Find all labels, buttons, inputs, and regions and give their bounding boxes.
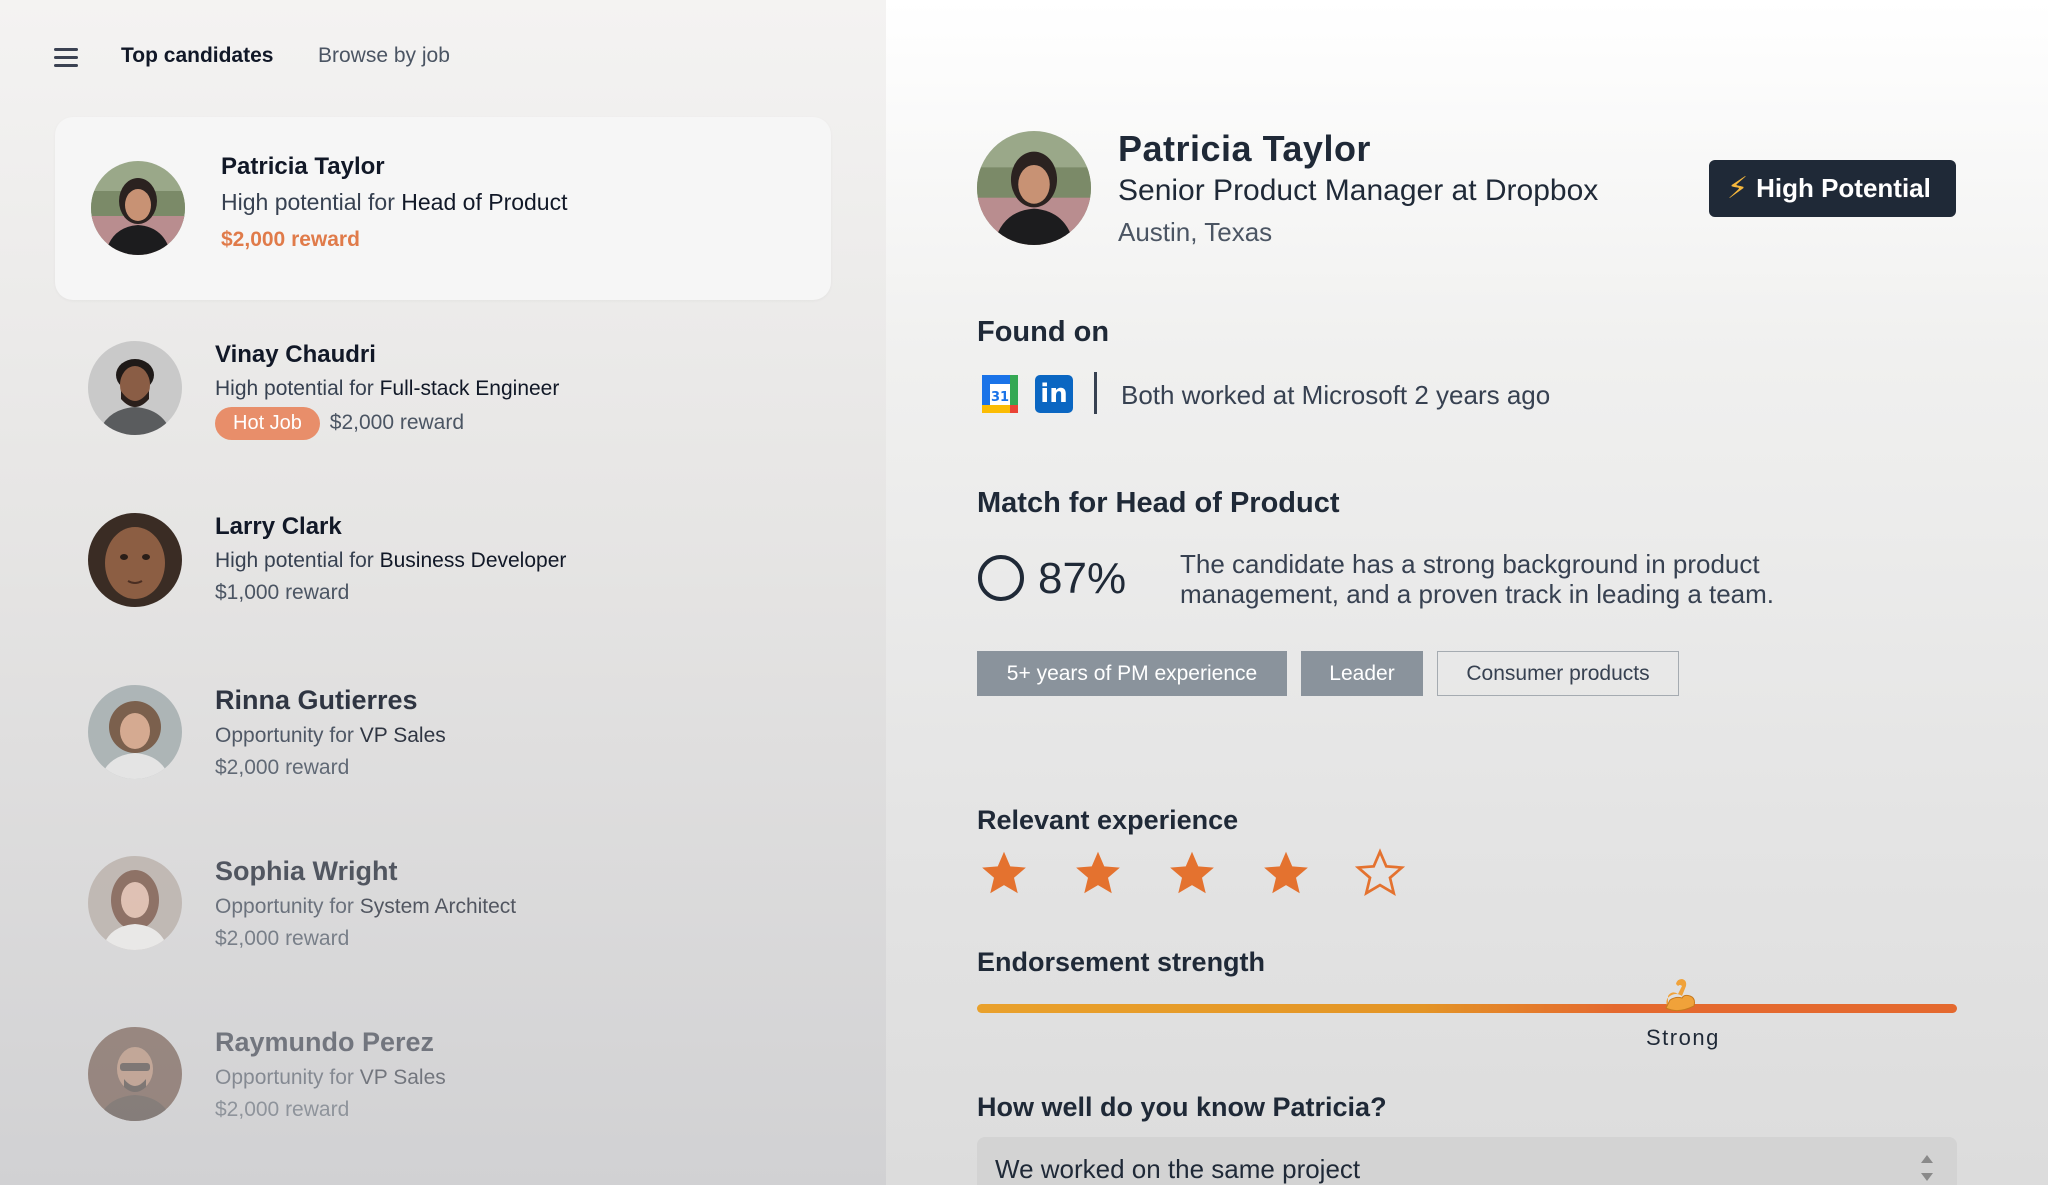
candidate-role: High potential for Head of Product <box>221 189 568 215</box>
relationship-select[interactable]: We worked on the same project <box>977 1137 1957 1185</box>
tab-top-candidates[interactable]: Top candidates <box>121 44 273 68</box>
candidate-list-panel: Top candidates Browse by job Patricia Ta… <box>0 0 886 1185</box>
experience-rating <box>979 848 1449 898</box>
candidate-card-selected[interactable]: Patricia Taylor High potential for Head … <box>55 117 831 300</box>
star-filled-icon[interactable] <box>1073 848 1123 898</box>
candidate-role: High potential for Business Developer <box>215 549 567 572</box>
tab-browse-by-job[interactable]: Browse by job <box>318 44 450 68</box>
candidate-detail-panel: Patricia Taylor Senior Product Manager a… <box>886 0 2048 1185</box>
candidate-card[interactable]: Larry Clark High potential for Business … <box>0 513 886 673</box>
profile-location: Austin, Texas <box>1118 217 1273 247</box>
endorsement-slider-track[interactable] <box>977 1004 1957 1013</box>
hamburger-menu-icon[interactable] <box>54 48 78 67</box>
match-heading: Match for Head of Product <box>977 487 1340 519</box>
found-on-heading: Found on <box>977 316 1110 348</box>
avatar <box>88 1027 182 1121</box>
candidate-name: Sophia Wright <box>215 856 398 886</box>
profile-title: Senior Product Manager at Dropbox <box>1118 174 1599 207</box>
star-filled-icon[interactable] <box>979 848 1029 898</box>
candidate-name: Rinna Gutierres <box>215 685 418 715</box>
relevant-experience-heading: Relevant experience <box>977 805 1239 835</box>
lightning-icon: ⚡ <box>1727 172 1749 205</box>
candidate-name: Larry Clark <box>215 513 342 540</box>
candidate-reward: $2,000 reward <box>215 756 350 779</box>
match-description: The candidate has a strong background in… <box>1180 549 1775 609</box>
candidate-role: Opportunity for System Architect <box>215 895 517 918</box>
candidate-name: Patricia Taylor <box>221 153 385 180</box>
candidate-reward: $2,000 reward <box>221 228 360 251</box>
match-progress-ring <box>978 555 1024 601</box>
badge-label: High Potential <box>1756 173 1931 203</box>
calendar-day-label: 31 <box>991 390 1009 405</box>
skill-tag[interactable]: 5+ years of PM experience <box>977 651 1287 696</box>
avatar <box>88 856 182 950</box>
candidate-role: High potential for Full-stack Engineer <box>215 377 560 400</box>
candidate-role: Opportunity for VP Sales <box>215 1066 446 1089</box>
star-filled-icon[interactable] <box>1167 848 1217 898</box>
endorsement-heading: Endorsement strength <box>977 947 1266 977</box>
select-arrows-icon <box>1921 1155 1933 1181</box>
match-percent: 87% <box>1038 554 1127 603</box>
candidate-card[interactable]: Sophia Wright Opportunity for System Arc… <box>0 856 886 1016</box>
google-calendar-icon[interactable]: 31 <box>981 374 1019 414</box>
candidate-card[interactable]: Vinay Chaudri High potential for Full-st… <box>0 341 886 501</box>
found-on-sources: 31 in <box>981 374 1073 414</box>
candidate-reward: $1,000 reward <box>215 581 350 604</box>
avatar <box>91 161 185 255</box>
candidate-name: Raymundo Perez <box>215 1027 435 1057</box>
skill-tag[interactable]: Leader <box>1301 651 1423 696</box>
candidate-role: Opportunity for VP Sales <box>215 724 446 747</box>
candidate-reward-row: Hot Job $2,000 reward <box>215 407 559 440</box>
relationship-select-value: We worked on the same project <box>995 1154 1361 1184</box>
profile-name: Patricia Taylor <box>1118 128 1371 169</box>
avatar <box>88 513 182 607</box>
skill-tag[interactable]: Consumer products <box>1437 651 1679 696</box>
endorsement-level-label: Strong <box>1646 1025 1720 1050</box>
profile-avatar <box>977 131 1091 245</box>
avatar <box>88 341 182 435</box>
found-on-text: Both worked at Microsoft 2 years ago <box>1121 380 1551 410</box>
candidate-reward: $2,000 reward <box>215 927 350 950</box>
candidate-name: Vinay Chaudri <box>215 341 376 368</box>
hot-job-badge: Hot Job <box>215 407 320 440</box>
star-filled-icon[interactable] <box>1261 848 1311 898</box>
linkedin-icon[interactable]: in <box>1035 375 1073 413</box>
divider <box>1094 372 1097 414</box>
star-empty-icon[interactable] <box>1355 848 1405 898</box>
candidate-reward: $2,000 reward <box>215 1098 350 1121</box>
app: Top candidates Browse by job Patricia Ta… <box>0 0 2048 1185</box>
candidate-card[interactable]: Raymundo Perez Opportunity for VP Sales … <box>0 1027 886 1185</box>
avatar <box>88 685 182 779</box>
relationship-question: How well do you know Patricia? <box>977 1092 1387 1122</box>
flexed-biceps-icon[interactable] <box>1660 974 1700 1014</box>
candidate-card[interactable]: Rinna Gutierres Opportunity for VP Sales… <box>0 685 886 845</box>
high-potential-badge[interactable]: ⚡ High Potential <box>1709 160 1956 217</box>
candidate-reward: $2,000 reward <box>329 411 465 435</box>
